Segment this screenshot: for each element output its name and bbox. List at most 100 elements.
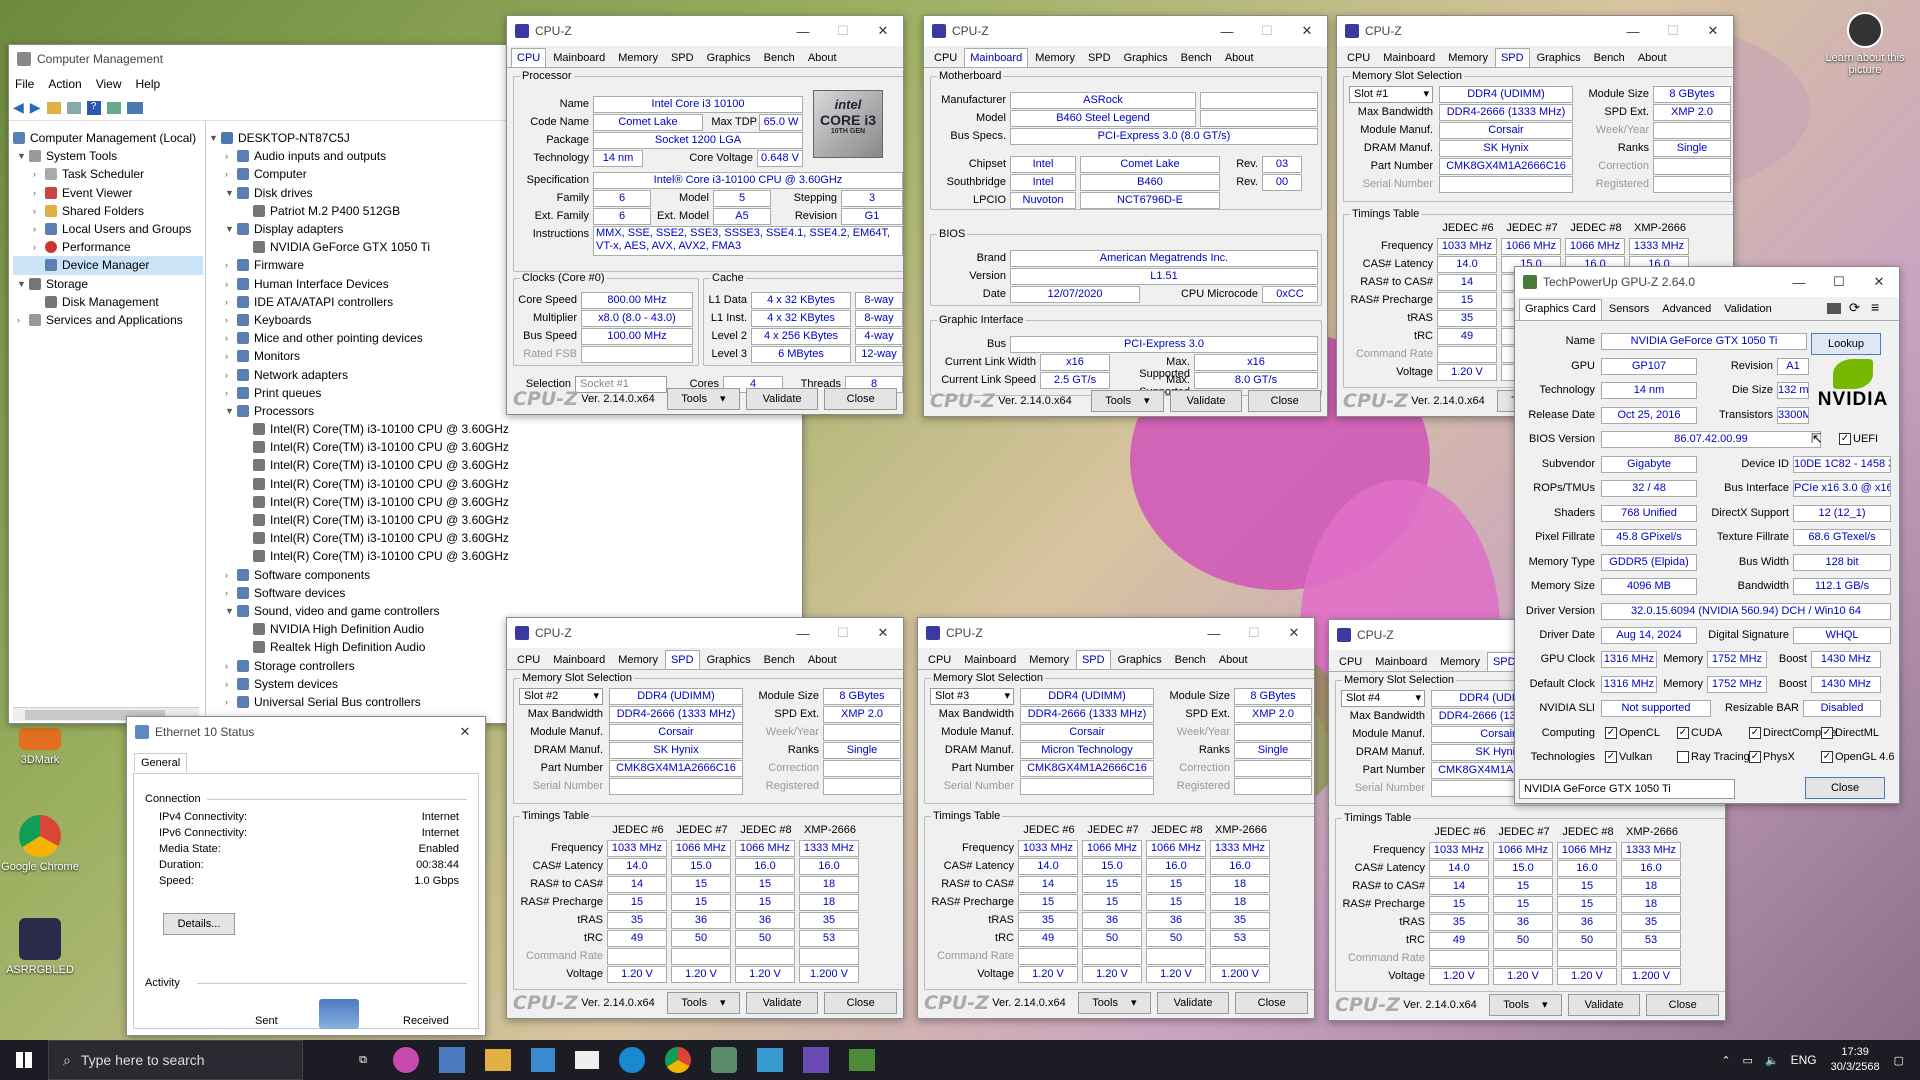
expand-icon[interactable]: ›	[225, 297, 237, 307]
cpuz-task-icon[interactable]	[803, 1047, 829, 1073]
expand-icon[interactable]: ›	[17, 315, 29, 325]
tab-cpu[interactable]: CPU	[1333, 652, 1368, 671]
tree-item[interactable]: ▼ System Tools	[13, 147, 203, 165]
tab-cpu[interactable]: CPU	[511, 650, 546, 669]
tab-spd[interactable]: SPD	[1494, 48, 1530, 67]
close-button[interactable]: Close	[1235, 992, 1309, 1014]
tab-cpu[interactable]: CPU	[928, 48, 963, 67]
tools-button[interactable]: Tools ▾	[1091, 390, 1164, 412]
edge-icon[interactable]	[619, 1047, 645, 1073]
tree-item-selected[interactable]: Device Manager	[13, 256, 203, 275]
chrome-icon[interactable]	[665, 1047, 691, 1073]
expand-icon[interactable]: ›	[33, 188, 45, 198]
maximize-icon[interactable]: ☐	[1819, 274, 1859, 290]
device-tree-item[interactable]: Intel(R) Core(TM) i3-10100 CPU @ 3.60GHz	[209, 511, 799, 529]
tab-bench[interactable]: Bench	[1175, 48, 1218, 67]
collapse-icon[interactable]: ▼	[225, 606, 237, 616]
tab-graphics[interactable]: Graphics	[1531, 48, 1587, 67]
close-icon[interactable]: ✕	[1859, 274, 1899, 290]
close-icon[interactable]: ✕	[1274, 625, 1314, 641]
gpuz-task-icon[interactable]	[849, 1049, 875, 1071]
tab-mainboard[interactable]: Mainboard	[547, 48, 611, 67]
expand-icon[interactable]: ›	[225, 279, 237, 289]
minimize-icon[interactable]: —	[1207, 24, 1247, 39]
tab-graphics[interactable]: Graphics	[701, 650, 757, 669]
expand-icon[interactable]: ›	[33, 242, 45, 252]
tab-memory[interactable]: Memory	[612, 48, 664, 67]
tab-memory[interactable]: Memory	[1023, 650, 1075, 669]
close-button[interactable]: Close	[1248, 390, 1322, 412]
expand-icon[interactable]: ›	[225, 333, 237, 343]
close-icon[interactable]: ✕	[863, 23, 903, 39]
validate-button[interactable]: Validate	[1156, 992, 1230, 1014]
tab-mainboard[interactable]: Mainboard	[547, 650, 611, 669]
network-tray-icon[interactable]: ▭	[1743, 1054, 1753, 1067]
validate-button[interactable]: Validate	[745, 388, 819, 410]
refresh-icon[interactable]: ⟳	[1849, 300, 1860, 316]
device-tree-item[interactable]: Intel(R) Core(TM) i3-10100 CPU @ 3.60GHz	[209, 420, 799, 438]
expand-icon[interactable]: ›	[225, 370, 237, 380]
close-button[interactable]: Close	[824, 388, 898, 410]
tab-graphics[interactable]: Graphics	[701, 48, 757, 67]
device-tree-item[interactable]: › Software components	[209, 566, 799, 584]
desktop-icon-chrome[interactable]: Google Chrome	[0, 815, 80, 873]
monitor-icon[interactable]	[126, 101, 143, 114]
maximize-icon[interactable]: ☐	[823, 23, 863, 39]
expand-icon[interactable]: ›	[225, 351, 237, 361]
expand-icon[interactable]: ›	[33, 224, 45, 234]
tab-about[interactable]: About	[1213, 650, 1254, 669]
notification-icon[interactable]: ▢	[1894, 1054, 1904, 1067]
collapse-icon[interactable]: ▼	[17, 151, 29, 161]
file-explorer-icon[interactable]	[485, 1049, 511, 1071]
mail-icon[interactable]	[575, 1051, 599, 1069]
menu-view[interactable]: View	[96, 77, 122, 91]
close-button[interactable]: Close	[824, 992, 898, 1014]
share-icon[interactable]: ⇱	[1811, 431, 1822, 447]
menu-icon[interactable]: ≡	[1871, 299, 1879, 315]
expand-icon[interactable]: ›	[33, 169, 45, 179]
minimize-icon[interactable]: —	[1613, 24, 1653, 39]
expand-icon[interactable]: ›	[225, 151, 237, 161]
tab-advanced[interactable]: Advanced	[1656, 299, 1717, 320]
expand-icon[interactable]: ›	[225, 679, 237, 689]
tree-item[interactable]: › Performance	[13, 238, 203, 256]
folder-icon[interactable]	[46, 101, 61, 114]
search-box[interactable]: ⌕ Type here to search	[48, 1040, 303, 1080]
volume-icon[interactable]: 🔈	[1765, 1054, 1779, 1067]
expand-icon[interactable]: ›	[225, 315, 237, 325]
tab-validation[interactable]: Validation	[1718, 299, 1778, 320]
tab-graphics[interactable]: Graphics	[1112, 650, 1168, 669]
tab-spd[interactable]: SPD	[1082, 48, 1117, 67]
tab-spd[interactable]: SPD	[665, 48, 700, 67]
tab-graphics-card[interactable]: Graphics Card	[1519, 299, 1602, 320]
back-icon[interactable]: ◀	[13, 99, 24, 116]
tab-about[interactable]: About	[1219, 48, 1260, 67]
expand-icon[interactable]: ›	[225, 697, 237, 707]
menu-file[interactable]: File	[15, 77, 34, 91]
tools-button[interactable]: Tools ▾	[1489, 994, 1562, 1016]
expand-icon[interactable]: ›	[225, 570, 237, 580]
close-icon[interactable]: ✕	[445, 724, 485, 740]
app-icon[interactable]	[393, 1047, 419, 1073]
close-button[interactable]: Close	[1805, 777, 1885, 799]
tree-item[interactable]: › Local Users and Groups	[13, 220, 203, 238]
close-icon[interactable]: ✕	[863, 625, 903, 641]
expand-icon[interactable]: ›	[225, 388, 237, 398]
tab-mainboard[interactable]: Mainboard	[1377, 48, 1441, 67]
tree-item[interactable]: › Shared Folders	[13, 202, 203, 220]
view-icon[interactable]	[106, 101, 121, 114]
slot-select[interactable]: Slot #4 ▾	[1341, 690, 1425, 707]
tab-about[interactable]: About	[1632, 48, 1673, 67]
device-tree-item[interactable]: Intel(R) Core(TM) i3-10100 CPU @ 3.60GHz	[209, 547, 799, 565]
maximize-icon[interactable]: ☐	[1653, 23, 1693, 39]
slot-select[interactable]: Slot #2 ▾	[519, 688, 603, 705]
app-icon[interactable]	[711, 1047, 737, 1073]
expand-icon[interactable]: ›	[225, 169, 237, 179]
validate-button[interactable]: Validate	[745, 992, 819, 1014]
minimize-icon[interactable]: —	[783, 24, 823, 39]
tree-item[interactable]: ▼ Storage	[13, 275, 203, 293]
app-icon[interactable]	[439, 1047, 465, 1073]
collapse-icon[interactable]: ▼	[225, 188, 237, 198]
learn-about-picture[interactable]: Learn about this picture	[1820, 12, 1910, 76]
expand-icon[interactable]: ›	[225, 588, 237, 598]
